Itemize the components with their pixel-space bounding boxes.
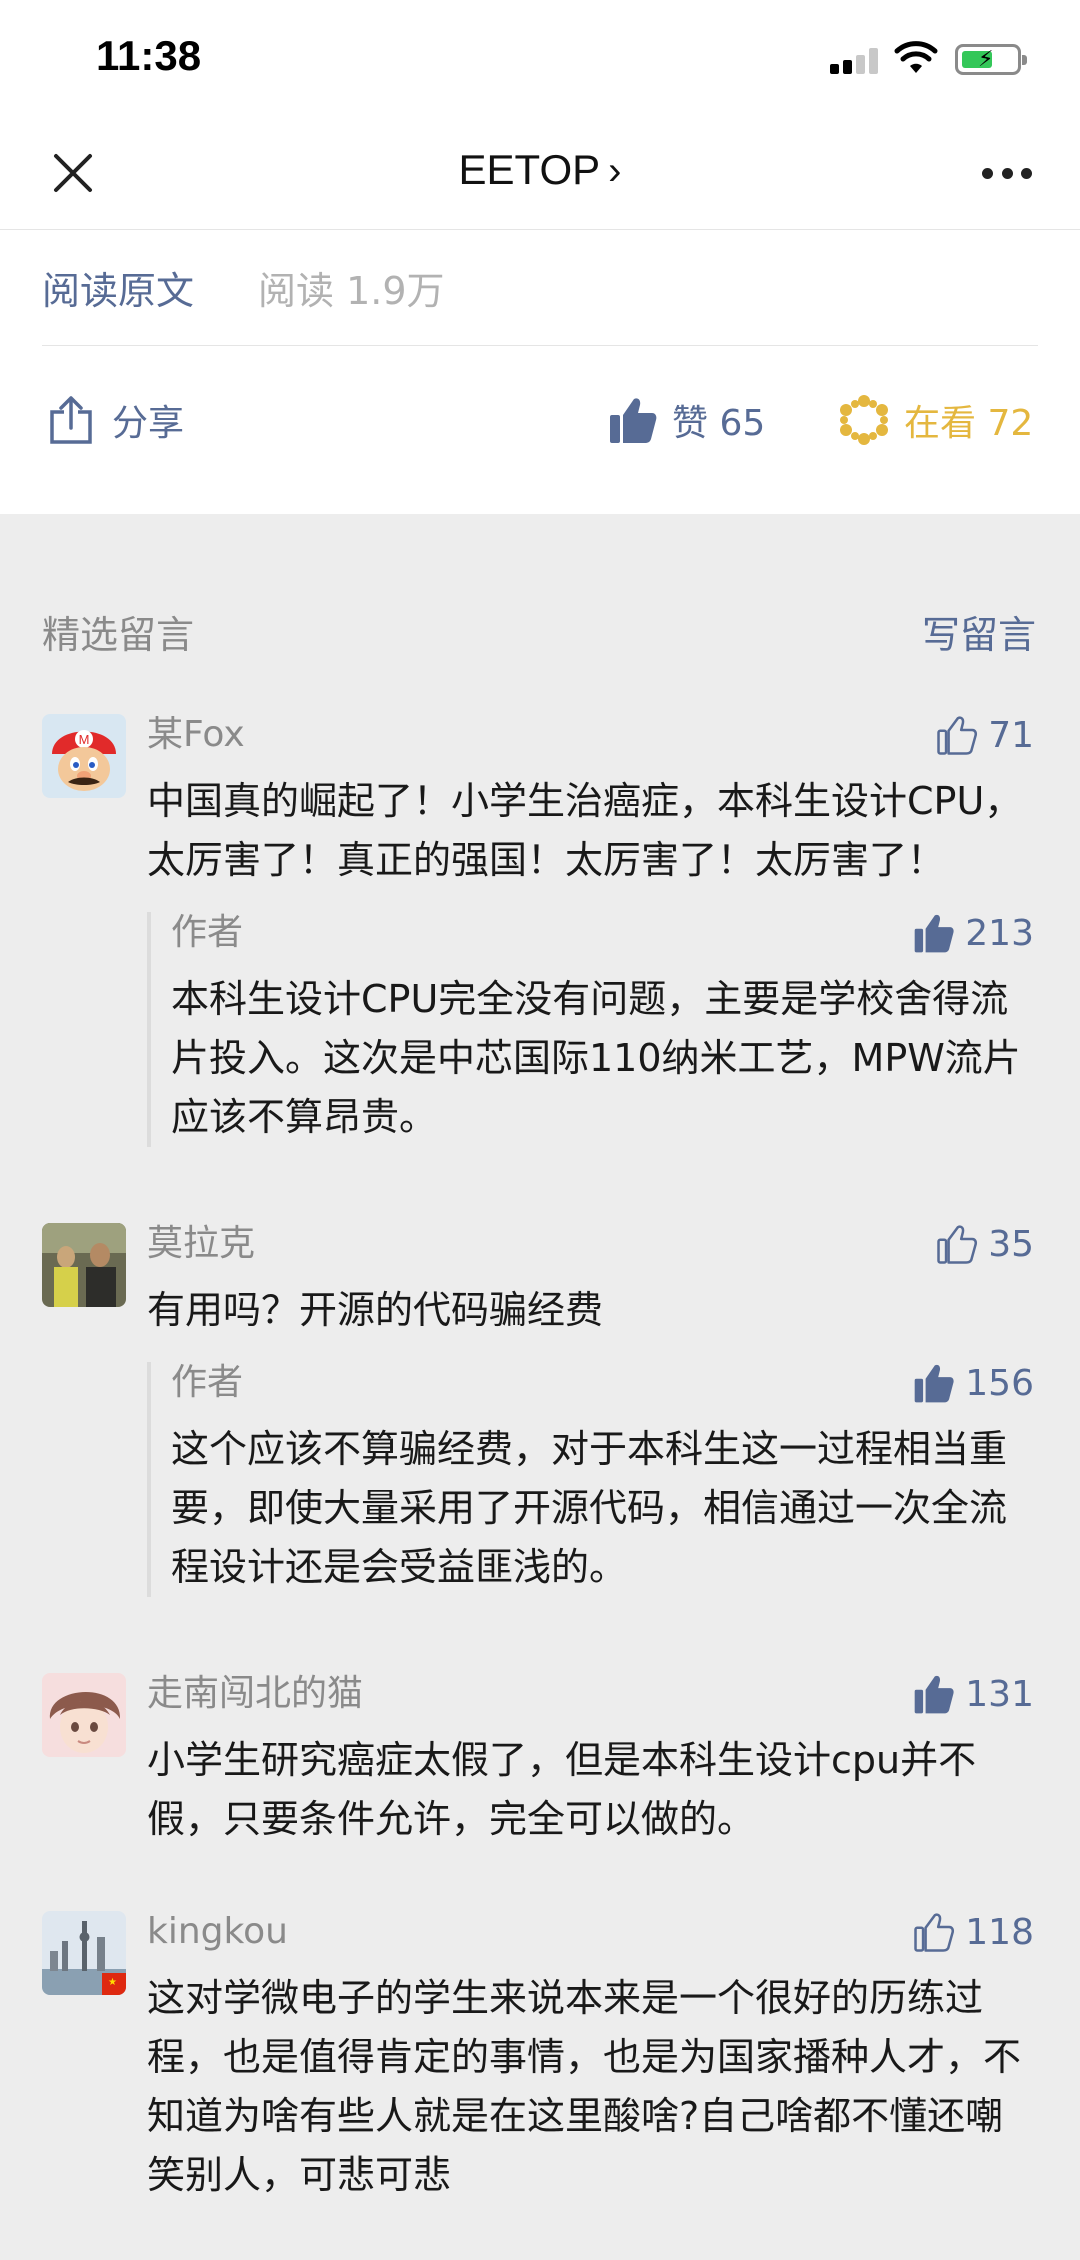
comment-author: 走南闯北的猫 xyxy=(147,1673,364,1714)
article-footer: 11:38 ⚡ EETOP › 阅读原文 阅读 1.9万 分享 赞 65 在看 … xyxy=(0,0,1080,514)
like-label: 赞 65 xyxy=(672,403,766,444)
comment-text: 这对学微电子的学生来说本来是一个很好的历练过程，也是值得肯定的事情，也是为国家播… xyxy=(147,1976,1022,2197)
action-row: 分享 赞 65 在看 72 xyxy=(42,346,1038,514)
comment-author: 莫拉克 xyxy=(147,1223,256,1264)
author-reply: 作者 156 这个应该不算骗经费，对于本科生这一过程相当重要，即使大量采用了开源… xyxy=(147,1362,1038,1597)
nav-bar: EETOP › xyxy=(0,118,1080,230)
comment-author: kingkou xyxy=(147,1911,288,1952)
looking-star-icon xyxy=(840,395,888,445)
avatar[interactable] xyxy=(42,1223,126,1307)
comment-like-button[interactable]: 118 xyxy=(913,1911,1034,1953)
comment-item: 走南闯北的猫 131 小学生研究癌症太假了，但是本科生设计cpu并不假，只要条件… xyxy=(42,1673,1038,1849)
thumbs-up-outline-icon xyxy=(937,716,978,755)
thumbs-up-outline-icon xyxy=(937,1225,978,1264)
comment-text: 小学生研究癌症太假了，但是本科生设计cpu并不假，只要条件允许，完全可以做的。 xyxy=(147,1738,977,1841)
chevron-right-icon: › xyxy=(608,149,622,193)
like-button[interactable]: 赞 65 xyxy=(608,394,765,446)
looking-button[interactable]: 在看 72 xyxy=(838,394,1033,446)
svg-text:M: M xyxy=(79,732,90,747)
comment-like-button[interactable]: 71 xyxy=(936,714,1034,756)
avatar[interactable]: M xyxy=(42,714,126,798)
comment-like-count: 35 xyxy=(988,1223,1034,1265)
write-comment-link[interactable]: 写留言 xyxy=(922,604,1036,659)
read-row: 阅读原文 阅读 1.9万 xyxy=(42,230,1038,346)
comment-like-count: 118 xyxy=(965,1911,1034,1953)
looking-label: 在看 72 xyxy=(904,403,1034,444)
more-icon[interactable] xyxy=(982,168,1032,180)
avatar[interactable]: ★ xyxy=(42,1911,126,1995)
account-name: EETOP xyxy=(458,146,601,193)
comments-header: 精选留言 写留言 xyxy=(0,514,1080,714)
reply-text: 这个应该不算骗经费，对于本科生这一过程相当重要，即使大量采用了开源代码，相信通过… xyxy=(171,1427,1008,1589)
comment-text: 有用吗？开源的代码骗经费 xyxy=(147,1288,604,1332)
battery-icon: ⚡ xyxy=(955,44,1027,75)
thumbs-up-icon xyxy=(914,914,954,953)
comment-like-button[interactable]: 35 xyxy=(936,1223,1034,1265)
reply-like-button[interactable]: 156 xyxy=(913,1362,1034,1404)
read-original-link[interactable]: 阅读原文 xyxy=(42,260,194,315)
comment-like-count: 131 xyxy=(965,1673,1034,1715)
comment-item: M 某Fox 71 中国真的崛起了！小学生治癌症，本科生设计CPU，太厉害了！真… xyxy=(42,714,1038,1147)
thumbs-up-icon xyxy=(914,1675,954,1714)
account-title[interactable]: EETOP › xyxy=(0,146,1080,194)
author-reply: 作者 213 本科生设计CPU完全没有问题，主要是学校舍得流片投入。这次是中芯国… xyxy=(147,912,1038,1147)
read-count: 阅读 1.9万 xyxy=(258,269,445,313)
share-button[interactable]: 分享 xyxy=(48,394,184,446)
comment-author: 某Fox xyxy=(147,714,245,755)
reply-author: 作者 xyxy=(171,912,244,953)
comment-like-button[interactable]: 131 xyxy=(913,1673,1034,1715)
reply-text: 本科生设计CPU完全没有问题，主要是学校舍得流片投入。这次是中芯国际110纳米工… xyxy=(171,977,1021,1139)
comment-like-count: 71 xyxy=(988,714,1034,756)
thumbs-up-icon xyxy=(610,398,657,443)
avatar[interactable] xyxy=(42,1673,126,1757)
thumbs-up-icon xyxy=(914,1364,954,1403)
featured-comments-title: 精选留言 xyxy=(42,613,195,657)
svg-text:★: ★ xyxy=(108,1977,117,1988)
thumbs-up-outline-icon xyxy=(914,1913,955,1952)
comment-text: 中国真的崛起了！小学生治癌症，本科生设计CPU，太厉害了！真正的强国！太厉害了！… xyxy=(147,779,1023,882)
comment-item: ★ kingkou 118 这对学微电子的学生来说本来是一个很好的历练过程，也是… xyxy=(42,1911,1038,2205)
share-label: 分享 xyxy=(112,403,185,444)
reply-like-count: 213 xyxy=(965,912,1034,954)
share-icon xyxy=(50,396,92,444)
reply-like-button[interactable]: 213 xyxy=(913,912,1034,954)
wifi-icon xyxy=(894,41,938,73)
reply-author: 作者 xyxy=(171,1362,244,1403)
reply-like-count: 156 xyxy=(965,1362,1034,1404)
status-bar: 11:38 ⚡ xyxy=(0,0,1080,118)
comment-item: 莫拉克 35 有用吗？开源的代码骗经费 作者 156 这个应该不算骗经费，对于本… xyxy=(42,1223,1038,1597)
status-time: 11:38 xyxy=(96,32,202,79)
cellular-signal-icon xyxy=(830,48,882,74)
